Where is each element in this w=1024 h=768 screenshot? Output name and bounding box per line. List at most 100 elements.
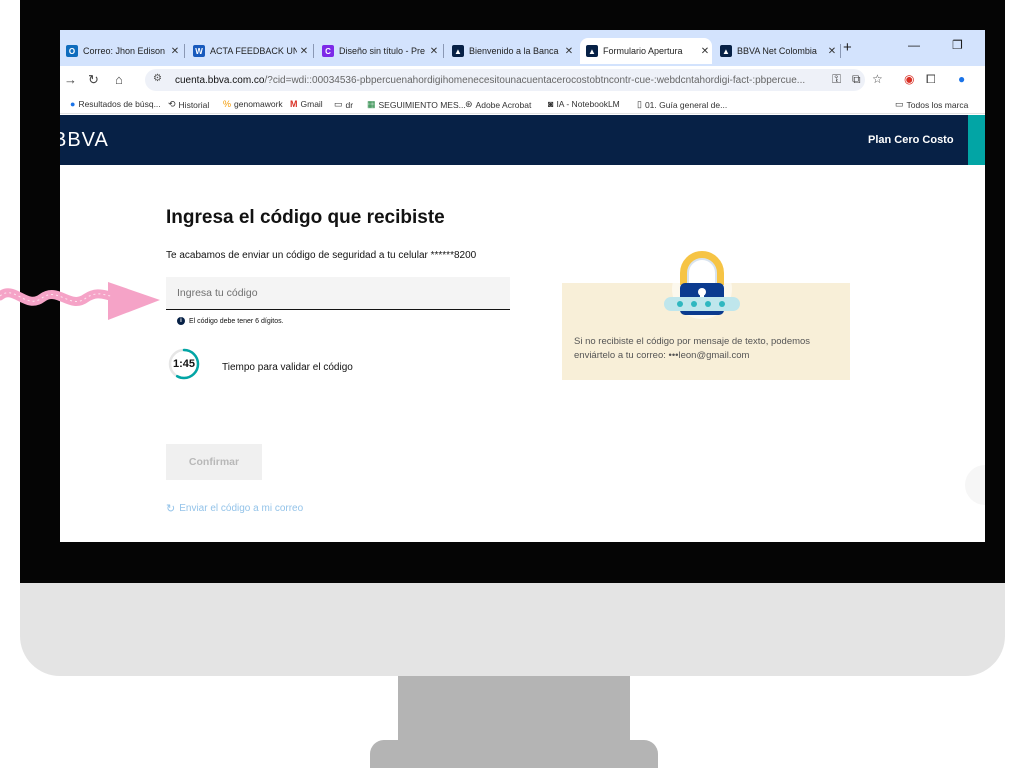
tab-diseno[interactable]: C Diseño sin título - Pre ✕ — [316, 38, 441, 64]
code-hint: i El código debe tener 6 dígitos. — [177, 317, 284, 325]
gmail-icon: M — [290, 99, 298, 109]
code-input[interactable] — [166, 277, 510, 310]
extension-red-icon[interactable]: ◉ — [904, 72, 914, 86]
home-icon[interactable]: ⌂ — [115, 72, 123, 87]
bookmark-historial[interactable]: ⟲ Historial — [168, 99, 209, 110]
bookmark-label: genomawork — [234, 99, 283, 109]
folder-icon: ▭ — [334, 99, 343, 109]
monitor-frame: O Correo: Jhon Edison C ✕ W ACTA FEEDBAC… — [20, 0, 1005, 676]
site-info-icon[interactable]: ⚙ — [153, 73, 169, 87]
tab-label: Correo: Jhon Edison C — [83, 46, 168, 56]
page-subtitle: Te acabamos de enviar un código de segur… — [166, 250, 477, 261]
bookmarks-bar: ● Resultados de búsq... ⟲ Historial % genom… — [60, 94, 985, 114]
browser-window: O Correo: Jhon Edison C ✕ W ACTA FEEDBAC… — [60, 30, 985, 542]
profile-avatar-icon[interactable]: ● — [958, 72, 965, 86]
url-host: cuenta.bbva.com.co — [175, 74, 265, 86]
close-icon[interactable]: ✕ — [427, 46, 441, 57]
forward-icon[interactable]: → — [64, 72, 77, 87]
bookmark-label: 01. Guía general de... — [644, 99, 728, 110]
bbva-icon: ▲ — [720, 45, 732, 57]
monitor-stand-base — [370, 740, 658, 768]
notebooklm-icon: ◙ — [548, 99, 554, 109]
tab-label: ACTA FEEDBACK UNC — [210, 46, 297, 56]
tab-label: BBVA Net Colombia — [737, 46, 817, 56]
close-icon[interactable]: ✕ — [297, 46, 311, 57]
bookmark-genomawork[interactable]: % genomawork — [223, 99, 283, 109]
lock-illustration — [664, 251, 740, 319]
history-icon: ⟲ — [168, 99, 176, 109]
tab-bienvenido[interactable]: ▲ Bienvenido a la Banca ✕ — [446, 38, 576, 64]
folder-icon: ▭ — [895, 99, 904, 109]
star-icon[interactable]: ☆ — [872, 72, 883, 86]
bookmark-dr[interactable]: ▭ dr — [334, 99, 353, 110]
timer-label: Tiempo para validar el código — [222, 362, 353, 373]
acrobat-icon: ⊛ — [465, 99, 473, 109]
new-tab-button[interactable]: + — [843, 39, 852, 56]
bookmark-label: SEGUIMIENTO MES... — [378, 99, 466, 110]
bookmark-label: Historial — [178, 99, 210, 110]
tab-label: Formulario Apertura — [603, 46, 683, 56]
all-bookmarks-label: Todos los marca — [906, 99, 969, 110]
url-field[interactable]: ⚙ cuenta.bbva.com.co/?cid=wdi::00034536-… — [145, 69, 865, 91]
bookmark-gmail[interactable]: M Gmail — [290, 99, 323, 109]
canva-icon: C — [322, 45, 334, 57]
resend-label: Enviar el código a mi correo — [179, 503, 304, 514]
reload-icon[interactable]: ↻ — [88, 72, 99, 88]
url-path: /?cid=wdi::00034536-pbpercuenahordigihom… — [264, 74, 806, 86]
bookmark-resultados[interactable]: ● Resultados de búsq... — [70, 99, 161, 109]
bbva-logo[interactable]: BBVA — [60, 129, 109, 152]
plan-label: Plan Cero Costo — [868, 134, 954, 146]
tab-separator — [840, 44, 841, 58]
side-widget[interactable] — [965, 465, 985, 505]
tab-correo[interactable]: O Correo: Jhon Edison C ✕ — [60, 38, 182, 64]
word-icon: W — [193, 45, 205, 57]
resend-email-link[interactable]: ↻ Enviar el código a mi correo — [166, 502, 303, 515]
password-key-icon[interactable]: ⚿ — [832, 72, 841, 87]
outlook-icon: O — [66, 45, 78, 57]
confirm-button[interactable]: Confirmar — [166, 444, 262, 480]
tab-acta[interactable]: W ACTA FEEDBACK UNC ✕ — [187, 38, 311, 64]
bookmark-guia[interactable]: ▯ 01. Guía general de... — [637, 99, 727, 110]
tab-formulario[interactable]: ▲ Formulario Apertura ✕ — [580, 38, 712, 64]
bookmark-label: Adobe Acrobat — [475, 99, 532, 110]
bookmark-seguimiento[interactable]: ▦ SEGUIMIENTO MES... — [367, 99, 466, 110]
close-icon[interactable]: ✕ — [698, 46, 712, 57]
info-text: Si no recibiste el código por mensaje de… — [574, 336, 811, 361]
tab-separator — [313, 44, 314, 58]
close-icon[interactable]: ✕ — [168, 46, 182, 57]
genomawork-icon: % — [223, 99, 232, 109]
verification-page: Ingresa el código que recibiste Te acaba… — [60, 165, 985, 542]
all-bookmarks[interactable]: ▭ Todos los marca — [895, 99, 968, 110]
tab-separator — [184, 44, 185, 58]
site-header: BBVA Plan Cero Costo — [60, 115, 985, 165]
tab-label: Bienvenido a la Banca — [469, 46, 559, 56]
monitor-bezel: O Correo: Jhon Edison C ✕ W ACTA FEEDBAC… — [20, 0, 1005, 583]
info-icon: i — [177, 317, 185, 325]
page-title: Ingresa el código que recibiste — [166, 207, 445, 228]
bookmark-notebooklm[interactable]: ◙ IA - NotebookLM — [548, 99, 620, 109]
close-icon[interactable]: ✕ — [825, 46, 839, 57]
bookmark-icon: ● — [70, 99, 76, 109]
bbva-icon: ▲ — [452, 45, 464, 57]
bookmark-label: Resultados de búsq... — [78, 99, 161, 109]
bookmark-label: dr — [345, 99, 354, 110]
hint-text: El código debe tener 6 dígitos. — [189, 317, 284, 325]
timer-value: 1:45 — [172, 358, 196, 370]
extensions-icon[interactable]: ⧠ — [926, 72, 936, 87]
restore-icon[interactable]: ❐ — [952, 38, 963, 52]
install-app-icon[interactable]: ⧉ — [852, 72, 861, 87]
annotation-arrow-icon — [0, 282, 160, 320]
bookmark-label: IA - NotebookLM — [556, 99, 620, 109]
bookmark-acrobat[interactable]: ⊛ Adobe Acrobat — [465, 99, 531, 110]
sheets-icon: ▦ — [367, 99, 376, 109]
notion-icon: ▯ — [637, 99, 642, 109]
tab-bbva-net[interactable]: ▲ BBVA Net Colombia ✕ — [714, 38, 839, 64]
tab-label: Diseño sin título - Pre — [339, 46, 426, 56]
minimize-icon[interactable]: — — [908, 38, 920, 52]
tab-bar: O Correo: Jhon Edison C ✕ W ACTA FEEDBAC… — [60, 30, 985, 66]
address-bar-row: → ↻ ⌂ ⚙ cuenta.bbva.com.co/?cid=wdi::000… — [60, 66, 985, 94]
tab-separator — [443, 44, 444, 58]
header-accent — [968, 115, 985, 165]
close-icon[interactable]: ✕ — [562, 46, 576, 57]
refresh-icon: ↻ — [166, 503, 176, 515]
